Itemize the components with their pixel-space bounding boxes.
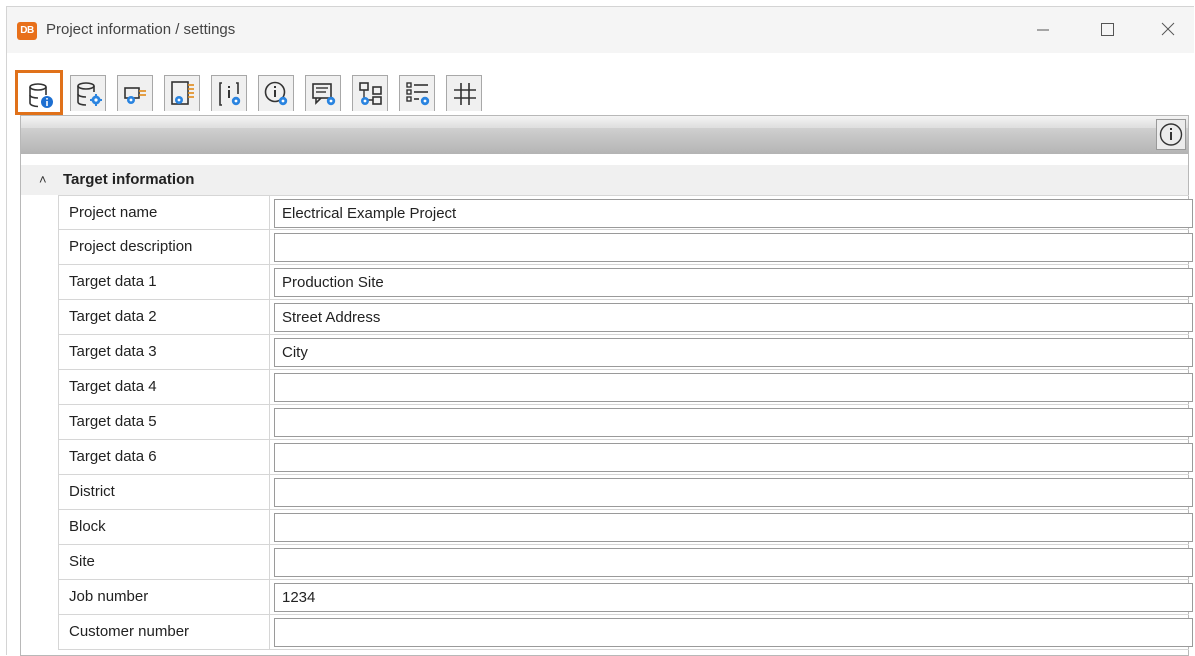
tab-message-settings[interactable]	[305, 75, 341, 111]
property-value-field[interactable]	[274, 233, 1193, 262]
property-value-field[interactable]: Electrical Example Project	[274, 199, 1193, 228]
property-label: Target data 5	[58, 405, 270, 440]
group-header-target-information[interactable]: ˄ Target information	[21, 165, 1188, 195]
property-row: Target data 4	[58, 370, 1193, 405]
message-settings-icon	[312, 83, 336, 106]
list-settings-icon	[406, 82, 430, 106]
property-row: Target data 6	[58, 440, 1193, 475]
tab-connector-settings[interactable]	[117, 75, 153, 111]
property-value-field[interactable]: Production Site	[274, 268, 1193, 297]
property-row: Target data 1 Production Site	[58, 265, 1193, 300]
property-label: Target data 1	[58, 265, 270, 300]
database-info-icon	[29, 83, 53, 108]
property-row: Target data 2 Street Address	[58, 300, 1193, 335]
property-grid: Project name Electrical Example Project Pr…	[58, 195, 1193, 650]
info-button[interactable]	[1156, 119, 1186, 150]
settings-panel: ˄ Target information Project name Electri…	[20, 115, 1193, 656]
connector-settings-icon	[124, 87, 146, 104]
property-value-field[interactable]: Street Address	[274, 303, 1193, 332]
property-label: Customer number	[58, 615, 270, 650]
tab-info-page-settings[interactable]	[211, 75, 247, 111]
property-value-field[interactable]	[274, 513, 1193, 542]
title-bar: DB Project information / settings	[7, 7, 1194, 53]
tab-info-circle-settings[interactable]	[258, 75, 294, 111]
property-label: District	[58, 475, 270, 510]
grid-hash-icon	[454, 83, 476, 105]
property-row: Customer number	[58, 615, 1193, 650]
window-title: Project information / settings	[46, 21, 236, 38]
maximize-icon	[1101, 23, 1114, 36]
close-icon	[1161, 22, 1175, 36]
property-value-field[interactable]	[274, 478, 1193, 507]
tab-list-settings[interactable]	[399, 75, 435, 111]
info-icon	[1159, 123, 1183, 146]
tab-multi-connector-settings[interactable]	[164, 75, 200, 111]
tab-grid[interactable]	[446, 75, 482, 111]
info-circle-settings-icon	[264, 81, 288, 106]
property-row: Project name Electrical Example Project	[58, 195, 1193, 231]
property-row: Block	[58, 510, 1193, 545]
property-value-field[interactable]	[274, 548, 1193, 577]
property-value-field[interactable]: 1234	[274, 583, 1193, 612]
property-label: Site	[58, 545, 270, 580]
property-label: Target data 3	[58, 335, 270, 370]
property-value-field[interactable]: City	[274, 338, 1193, 367]
property-value-field[interactable]	[274, 618, 1193, 647]
property-row: Job number 1234	[58, 580, 1193, 615]
property-value-field[interactable]	[274, 408, 1193, 437]
close-button[interactable]	[1156, 19, 1180, 41]
settings-tab-bar	[15, 70, 535, 116]
property-value-field[interactable]	[274, 373, 1193, 402]
project-settings-window: DB Project information / settings ˄ Targ…	[6, 6, 1194, 656]
property-label: Target data 6	[58, 440, 270, 475]
property-value-field[interactable]	[274, 443, 1193, 472]
minimize-button[interactable]	[1031, 19, 1055, 41]
property-label: Job number	[58, 580, 270, 615]
property-label: Project description	[58, 230, 270, 265]
panel-header-strip	[21, 116, 1188, 154]
hierarchy-settings-icon	[359, 82, 382, 105]
property-row: Target data 3 City	[58, 335, 1193, 370]
property-row: Project description	[58, 230, 1193, 265]
property-row: Site	[58, 545, 1193, 580]
minimize-icon	[1037, 29, 1049, 31]
tab-database-info[interactable]	[15, 70, 63, 115]
tab-database-settings[interactable]	[70, 75, 106, 111]
group-title: Target information	[63, 171, 195, 188]
property-label: Target data 4	[58, 370, 270, 405]
property-label: Target data 2	[58, 300, 270, 335]
info-page-settings-icon	[219, 82, 241, 106]
tab-hierarchy-settings[interactable]	[352, 75, 388, 111]
database-settings-icon	[77, 82, 102, 106]
property-row: District	[58, 475, 1193, 510]
property-label: Block	[58, 510, 270, 545]
app-logo: DB	[17, 22, 37, 40]
chevron-up-icon[interactable]: ˄	[39, 172, 47, 187]
property-label: Project name	[58, 196, 270, 231]
maximize-button[interactable]	[1095, 19, 1119, 41]
multi-connector-settings-icon	[171, 81, 194, 105]
property-row: Target data 5	[58, 405, 1193, 440]
